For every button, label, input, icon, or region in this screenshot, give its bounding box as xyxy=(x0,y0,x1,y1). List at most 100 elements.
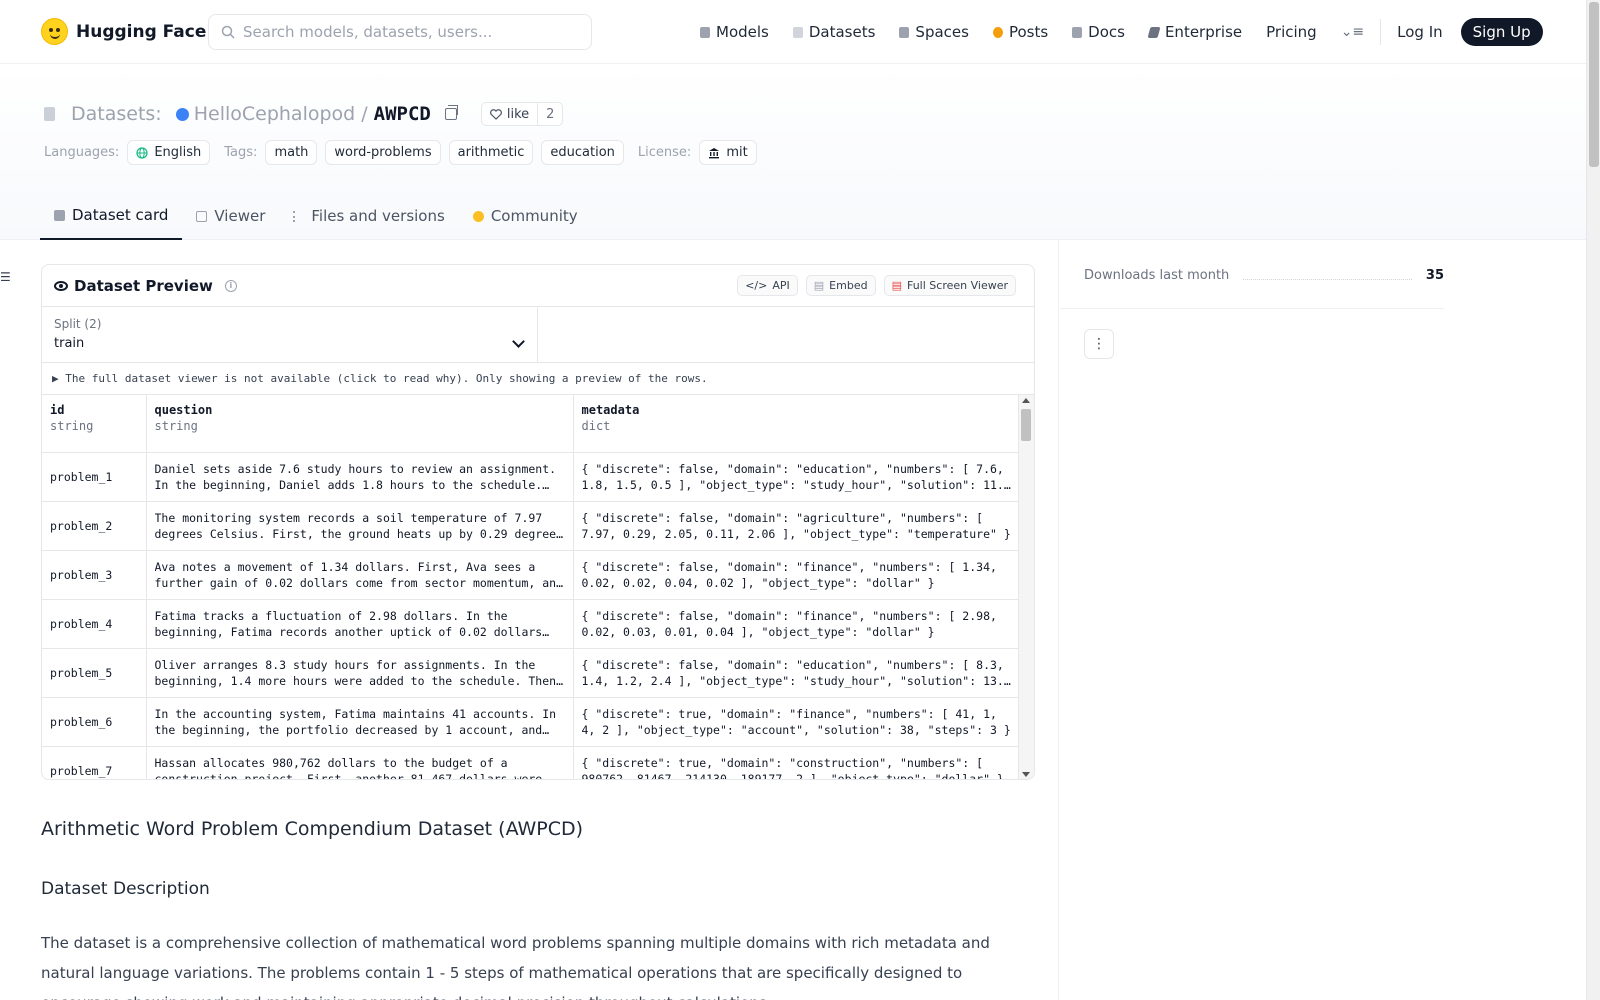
nav-spaces-label: Spaces xyxy=(915,23,969,41)
downloads-label: Downloads last month xyxy=(1084,268,1230,283)
metadata-text: { "discrete": false, "domain": "agricult… xyxy=(581,510,1011,541)
table-scroll-thumb[interactable] xyxy=(1021,409,1031,441)
question-text: The monitoring system records a soil tem… xyxy=(154,510,564,541)
column-header-question[interactable]: question string xyxy=(146,395,574,453)
nav-models[interactable]: Models xyxy=(700,23,769,41)
nav-datasets[interactable]: Datasets xyxy=(792,23,875,41)
tab-files-label: Files and versions xyxy=(311,207,445,225)
cell-id: problem_5 xyxy=(42,648,147,698)
question-text: Fatima tracks a fluctuation of 2.98 doll… xyxy=(154,608,543,639)
login-link[interactable]: Log In xyxy=(1397,23,1443,41)
tag-math[interactable]: math xyxy=(265,140,318,165)
table-row[interactable]: problem_7 Hassan allocates 980,762 dollar… xyxy=(42,746,1021,780)
preview-title-text: Dataset Preview xyxy=(74,276,213,295)
copy-icon[interactable] xyxy=(444,105,458,120)
like-count[interactable]: 2 xyxy=(538,107,562,122)
heart-icon xyxy=(489,108,502,120)
nav-spaces[interactable]: Spaces xyxy=(899,23,969,41)
question-text: Oliver arranges 8.3 study hours for assi… xyxy=(154,657,564,688)
repo-name[interactable]: AWPCD xyxy=(374,103,431,125)
page-scroll-thumb[interactable] xyxy=(1589,2,1599,167)
tag-education[interactable]: education xyxy=(541,140,624,165)
sidebar-divider xyxy=(1058,240,1059,1000)
logo[interactable]: Hugging Face xyxy=(41,18,206,45)
table-row[interactable]: problem_3 Ava notes a movement of 1.34 do… xyxy=(42,550,1021,600)
like-widget[interactable]: like 2 xyxy=(480,102,564,126)
nav-more[interactable]: ⌄≡ xyxy=(1341,24,1364,40)
repo-section[interactable]: Datasets: xyxy=(71,103,162,125)
embed-label: Embed xyxy=(829,279,868,292)
main-nav: Models Datasets Spaces Posts Docs Enterp… xyxy=(700,18,1543,46)
table-row[interactable]: problem_1 Daniel sets aside 7.6 study hou… xyxy=(42,452,1021,502)
viewer-unavailable-notice[interactable]: ▶ The full dataset viewer is not availab… xyxy=(42,363,1034,395)
metadata-text: { "discrete": false, "domain": "finance"… xyxy=(581,559,997,590)
tab-dataset-card[interactable]: Dataset card xyxy=(40,192,183,240)
tab-viewer[interactable]: Viewer xyxy=(182,192,279,240)
cell-metadata: { "discrete": false, "domain": "educatio… xyxy=(573,452,1021,502)
info-icon[interactable]: i xyxy=(224,279,237,292)
org-avatar xyxy=(175,107,189,121)
embed-button[interactable]: ▤ Embed xyxy=(805,275,876,296)
nav-posts[interactable]: Posts xyxy=(992,23,1049,41)
tab-dataset-card-label: Dataset card xyxy=(72,206,169,224)
table-row[interactable]: problem_5 Oliver arranges 8.3 study hours… xyxy=(42,648,1021,698)
embed-icon: ▤ xyxy=(813,279,825,292)
top-navigation-bar: Hugging Face Models Datasets Spaces Post… xyxy=(0,0,1586,64)
downloads-stat: Downloads last month 35 xyxy=(1084,268,1444,283)
repo-tabs: Dataset card Viewer Files and versions C… xyxy=(40,192,592,240)
question-text: In the accounting system, Fatima maintai… xyxy=(154,706,557,737)
nav-divider xyxy=(1380,19,1382,45)
column-header-id[interactable]: id string xyxy=(42,395,147,453)
table-of-contents-toggle-icon[interactable]: ☰ xyxy=(0,270,11,284)
table-scrollbar[interactable] xyxy=(1018,395,1034,779)
nav-enterprise[interactable]: Enterprise xyxy=(1147,23,1242,41)
metadata-text: { "discrete": false, "domain": "educatio… xyxy=(581,657,1011,688)
tab-community[interactable]: Community xyxy=(459,192,592,240)
page-scrollbar[interactable] xyxy=(1586,0,1600,1000)
nav-posts-label: Posts xyxy=(1008,23,1049,41)
column-header-metadata[interactable]: metadata dict xyxy=(573,395,1021,453)
table-row[interactable]: problem_6 In the accounting system, Fatim… xyxy=(42,697,1021,747)
tag-license[interactable]: mit xyxy=(699,140,757,165)
card-description: The dataset is a comprehensive collectio… xyxy=(41,934,990,1000)
repo-org[interactable]: HelloCephalopod xyxy=(175,103,356,125)
sidebar-menu-button[interactable]: ⋮ xyxy=(1084,329,1114,359)
eye-icon xyxy=(54,280,68,291)
cell-metadata: { "discrete": false, "domain": "agricult… xyxy=(573,501,1021,551)
table-row[interactable]: problem_4 Fatima tracks a fluctuation of … xyxy=(42,599,1021,649)
search-input[interactable] xyxy=(243,23,573,41)
full-screen-viewer-button[interactable]: ▤ Full Screen Viewer xyxy=(883,275,1016,296)
metadata-text: { "discrete": false, "domain": "educatio… xyxy=(581,461,1011,492)
org-name: HelloCephalopod xyxy=(193,103,356,125)
card-subheading: Dataset Description xyxy=(41,879,210,899)
repo-header: Datasets: HelloCephalopod / AWPCD like 2… xyxy=(0,64,1586,240)
tag-language[interactable]: English xyxy=(127,140,211,165)
signup-button[interactable]: Sign Up xyxy=(1460,18,1543,46)
column-name: metadata xyxy=(581,403,640,417)
downloads-value: 35 xyxy=(1425,268,1444,283)
path-separator: / xyxy=(361,103,368,125)
search-box[interactable] xyxy=(208,14,592,50)
table-row[interactable]: problem_2 The monitoring system records a… xyxy=(42,501,1021,551)
api-button[interactable]: </> API xyxy=(737,275,798,296)
split-value: train xyxy=(54,336,85,351)
split-select[interactable]: Split (2) train xyxy=(42,307,538,362)
tab-files-and-versions[interactable]: Files and versions xyxy=(279,192,458,240)
question-text: Hassan allocates 980,762 dollars to the … xyxy=(154,755,543,780)
tag-word-problems[interactable]: word-problems xyxy=(325,140,441,165)
nav-pricing[interactable]: Pricing xyxy=(1266,23,1317,41)
nav-pricing-label: Pricing xyxy=(1266,23,1317,41)
tag-arithmetic[interactable]: arithmetic xyxy=(448,140,534,165)
scroll-up-icon[interactable] xyxy=(1022,398,1030,403)
nav-docs[interactable]: Docs xyxy=(1072,23,1125,41)
cell-metadata: { "discrete": true, "domain": "finance",… xyxy=(573,697,1021,747)
cell-metadata: { "discrete": false, "domain": "finance"… xyxy=(573,599,1021,649)
api-label: API xyxy=(772,279,790,292)
repo-title: Datasets: HelloCephalopod / AWPCD like 2 xyxy=(44,102,564,126)
scroll-down-icon[interactable] xyxy=(1022,772,1030,777)
like-button[interactable]: like xyxy=(482,103,539,125)
languages-group: Languages: English xyxy=(44,140,218,165)
cell-id: problem_4 xyxy=(42,599,147,649)
sidebar-rule xyxy=(1060,308,1444,309)
fullscreen-icon: ▤ xyxy=(891,279,902,292)
